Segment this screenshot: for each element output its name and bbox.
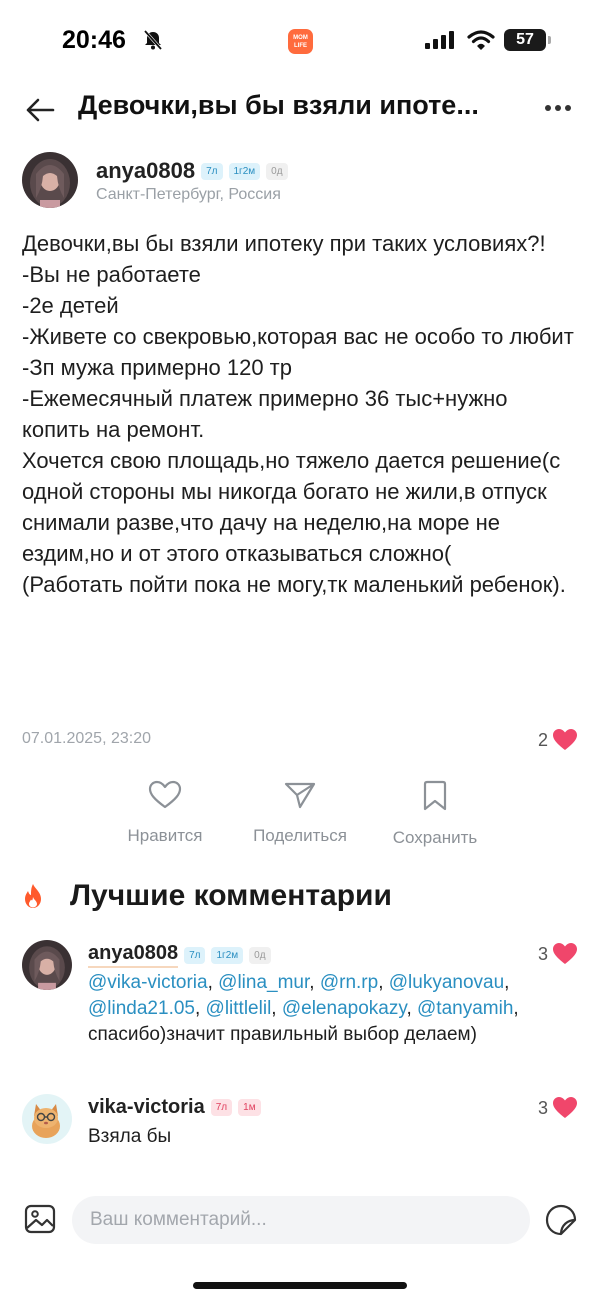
best-comments-header: Лучшие комментарии: [22, 876, 582, 916]
post-meta: 07.01.2025, 23:20 2: [22, 728, 578, 752]
avatar[interactable]: [22, 1094, 72, 1144]
heart-filled-icon: [553, 943, 577, 964]
post-author: anya0808 7л 1г2м 0д Санкт-Петербург, Рос…: [22, 152, 582, 212]
mention-link[interactable]: @lukyanovau: [389, 972, 504, 993]
author-name[interactable]: anya0808: [96, 158, 195, 184]
wifi-icon: [467, 30, 495, 50]
age-tag: 7л: [184, 946, 206, 964]
fire-icon: [25, 884, 41, 908]
more-options-icon[interactable]: [540, 94, 576, 122]
post-date: 07.01.2025, 23:20: [22, 730, 152, 747]
sticker-icon[interactable]: [544, 1203, 578, 1237]
post-paragraph: -2е детей: [22, 293, 119, 318]
comment-text: Взяла бы: [88, 1126, 172, 1147]
image-attach-icon[interactable]: [24, 1203, 56, 1235]
post-paragraph: (Работать пойти пока не могу,тк маленьки…: [22, 572, 566, 597]
home-indicator: [193, 1282, 407, 1289]
post-actions: Нравится Поделиться Сохранить: [0, 780, 600, 860]
comment-header: anya0808 7л 1г2м 0д: [88, 942, 271, 968]
status-bar: 20:46 MOM LIFE 57: [0, 0, 600, 80]
age-tag: 7л: [201, 162, 223, 180]
comment-likes[interactable]: 3: [538, 1096, 578, 1120]
post-paragraph: -Зп мужа примерно 120 тр: [22, 355, 292, 380]
comment-like-count: 3: [537, 943, 548, 964]
child-age-tag: 1г2м: [228, 162, 261, 180]
save-button[interactable]: Сохранить: [365, 780, 505, 848]
mention-link[interactable]: @linda21.05: [88, 998, 195, 1019]
mention-link[interactable]: @littlelil: [206, 998, 272, 1019]
comment-header: vika-victoria 7л 1м: [88, 1096, 261, 1119]
age-tag: 7л: [210, 1099, 233, 1116]
post-likes[interactable]: 2: [538, 728, 578, 752]
mention-link[interactable]: @vika-victoria: [88, 972, 208, 993]
top-app-bar: Девочки,вы бы взяли ипоте...: [0, 82, 600, 138]
comment-input[interactable]: [72, 1196, 530, 1244]
send-icon: [284, 782, 316, 809]
comment-item: vika-victoria 7л 1м 3 Взяла бы: [22, 1094, 582, 1154]
mention-link[interactable]: @rn.rp: [320, 972, 378, 993]
like-label: Нравится: [127, 826, 203, 845]
mention-link[interactable]: @elenapokazy: [282, 998, 407, 1019]
comment-text: @vika-victoria, @lina_mur, @rn.rp, @luky…: [88, 972, 524, 1045]
post-like-count: 2: [537, 729, 548, 750]
save-label: Сохранить: [392, 828, 478, 847]
post-paragraph: -Живете со свекровью,которая вас не особ…: [22, 324, 574, 349]
mention-link[interactable]: @lina_mur: [218, 972, 309, 993]
post-body: Девочки,вы бы взяли ипотеку при таких ус…: [22, 228, 578, 600]
child-age-tag: 1м: [238, 1099, 261, 1116]
post-paragraph: Хочется свою площадь,но тяжело дается ре…: [22, 448, 567, 566]
child-age-tag: 1г2м: [211, 946, 244, 964]
child-age-tag: 0д: [249, 946, 271, 964]
author-name-row: anya0808 7л 1г2м 0д: [96, 158, 288, 184]
cellular-signal-icon: [425, 31, 454, 49]
best-comments-title: Лучшие комментарии: [70, 879, 392, 912]
avatar[interactable]: [22, 152, 78, 208]
share-button[interactable]: Поделиться: [230, 780, 370, 846]
post-paragraph: -Ежемесячный платеж примерно 36 тыс+нужн…: [22, 386, 514, 442]
heart-filled-icon: [553, 729, 577, 750]
avatar[interactable]: [22, 940, 72, 990]
heart-outline-icon: [148, 780, 182, 809]
comment-author[interactable]: vika-victoria: [88, 1096, 205, 1119]
back-arrow-icon[interactable]: [24, 96, 56, 124]
like-button[interactable]: Нравится: [95, 780, 235, 846]
battery-indicator: 57: [504, 29, 551, 51]
comment-author[interactable]: anya0808: [88, 942, 179, 968]
comment-body: спасибо)значит правильный выбор делаем): [88, 1024, 477, 1045]
comment-compose-bar: [0, 1195, 600, 1247]
bell-muted-icon: [143, 30, 163, 50]
heart-filled-icon: [553, 1097, 577, 1118]
page-title: Девочки,вы бы взяли ипоте...: [78, 90, 479, 120]
mention-link[interactable]: @tanyamih: [417, 998, 513, 1019]
app-logo-icon: MOM LIFE: [288, 29, 313, 54]
comment-item: anya0808 7л 1г2м 0д 3 @vika-victoria, @l…: [22, 940, 582, 1070]
comment-like-count: 3: [537, 1097, 548, 1118]
post-paragraph: -Вы не работаете: [22, 262, 201, 287]
comment-likes[interactable]: 3: [538, 942, 578, 966]
post-paragraph: Девочки,вы бы взяли ипотеку при таких ус…: [22, 231, 546, 256]
share-label: Поделиться: [253, 826, 347, 845]
child-age-tag: 0д: [266, 162, 288, 180]
author-location: Санкт-Петербург, Россия: [96, 186, 281, 203]
status-time: 20:46: [62, 26, 126, 54]
bookmark-icon: [423, 780, 447, 811]
